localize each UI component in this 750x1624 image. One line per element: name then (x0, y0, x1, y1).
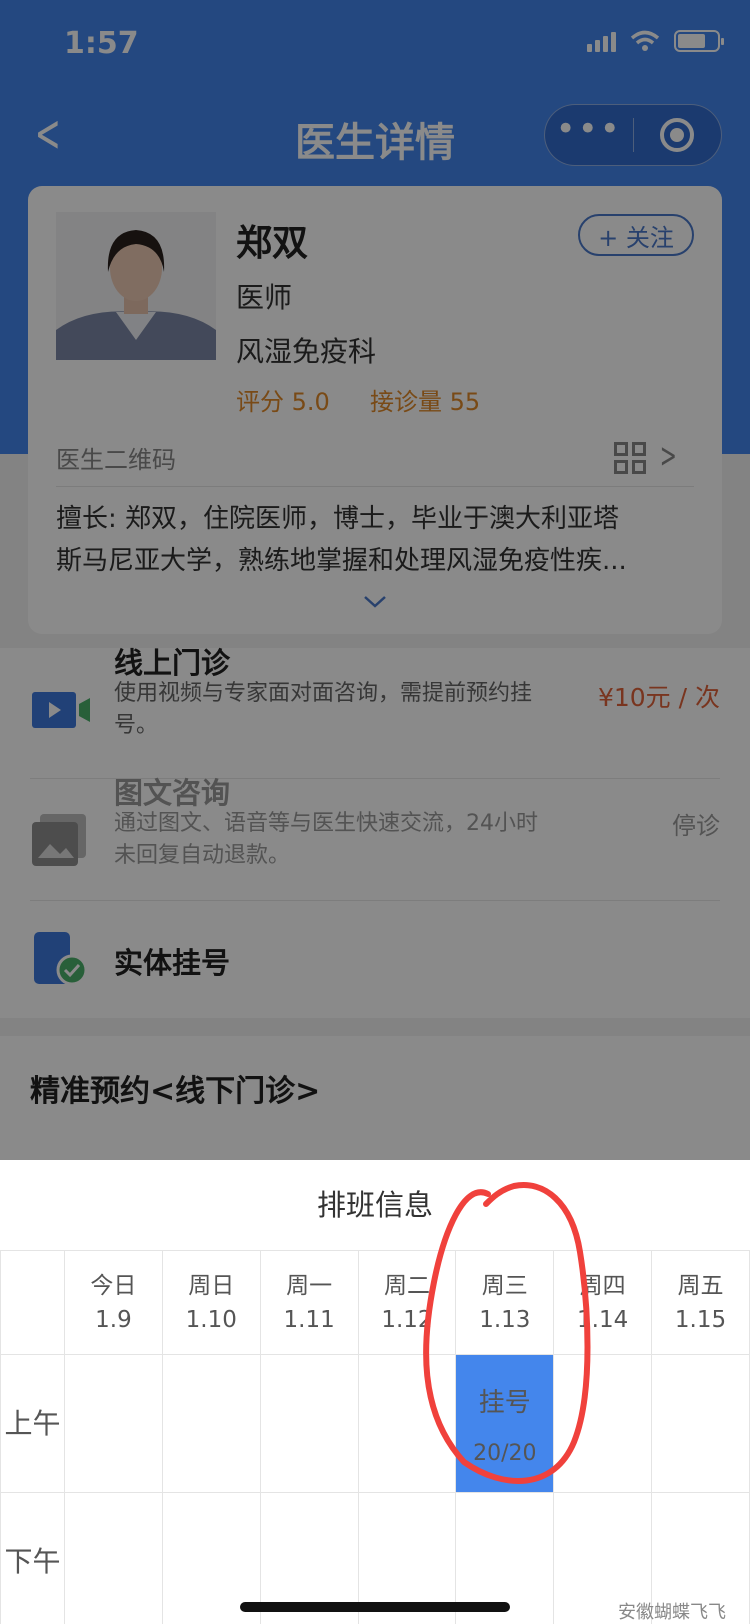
day-header: 周四 1.14 (553, 1250, 653, 1355)
schedule-cell (64, 1354, 163, 1493)
afternoon-label: 下午 (0, 1492, 65, 1624)
day-header: 周五 1.15 (651, 1250, 750, 1355)
schedule-cell (259, 1354, 359, 1493)
day-header: 周一 1.11 (259, 1250, 359, 1355)
schedule-cell (64, 1492, 163, 1624)
schedule-cell (553, 1354, 653, 1493)
day-header: 周三 1.13 (455, 1250, 555, 1355)
schedule-cell (161, 1354, 261, 1493)
corner-cell (0, 1250, 65, 1355)
modal-overlay[interactable] (0, 0, 750, 1160)
registration-slot-button[interactable]: 挂号 20/20 (455, 1354, 555, 1493)
schedule-title: 排班信息 (316, 1188, 433, 1222)
day-header: 周二 1.12 (357, 1250, 457, 1355)
morning-label: 上午 (0, 1354, 65, 1493)
day-header: 周日 1.10 (161, 1250, 261, 1355)
schedule-header-row: 今日 1.9 周日 1.10 周一 1.11 周二 1.12 周三 1.13 周四 1.14… (0, 1250, 750, 1355)
schedule-cell (651, 1354, 750, 1493)
day-header: 今日 1.9 (64, 1250, 163, 1355)
schedule-sheet: 排班信息 今日 1.9 周日 1.10 周一 1.11 周二 1.12 周三 1.13 周… (0, 1160, 750, 1624)
schedule-cell (357, 1354, 457, 1493)
schedule-table: 今日 1.9 周日 1.10 周一 1.11 周二 1.12 周三 1.13 周四 1.14… (0, 1250, 750, 1624)
morning-row: 上午 挂号 20/20 (0, 1354, 750, 1493)
home-indicator (240, 1602, 510, 1612)
watermark: 安徽蝴蝶飞飞 (618, 1602, 726, 1623)
